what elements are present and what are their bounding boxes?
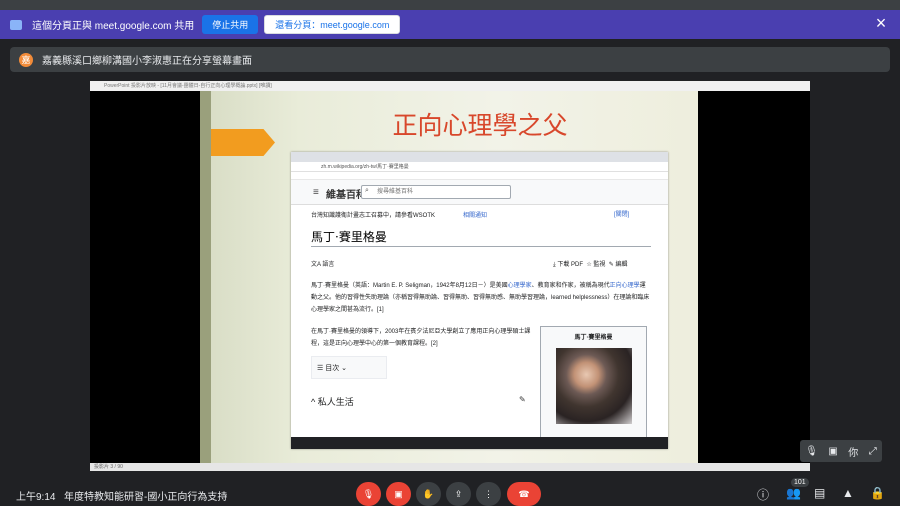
watch-label: 監視 bbox=[593, 262, 606, 268]
presenter-label: 嘉義縣溪口鄉柳溝國小李淑惠正在分享螢幕畫面 bbox=[42, 56, 252, 67]
slide-side-strip bbox=[200, 91, 211, 463]
article-title: 馬丁·賽里格曼 bbox=[311, 230, 387, 244]
wiki-notice: 台灣知識護衛計畫志工召募中，請參看WSOTK bbox=[311, 213, 435, 219]
participant-count: 101 bbox=[791, 478, 809, 487]
expand-icon[interactable]: ⤢ bbox=[869, 446, 877, 457]
search-icon: ⌕ bbox=[365, 187, 369, 194]
browser-top-strip bbox=[0, 0, 900, 10]
presenter-banner: 嘉 嘉義縣溪口鄉柳溝國小李淑惠正在分享螢幕畫面 bbox=[10, 47, 890, 72]
slide-title: 正向心理學之父 bbox=[392, 111, 568, 140]
present-button[interactable]: ⇪ bbox=[446, 482, 471, 506]
edit-label: 編輯 bbox=[615, 262, 628, 268]
camera-off-button[interactable]: ▣ bbox=[386, 482, 411, 506]
mic-off-button[interactable]: 🎙 bbox=[356, 482, 381, 506]
windows-taskbar bbox=[291, 437, 668, 449]
section-label: 私人生活 bbox=[317, 397, 354, 407]
language-label: 語言 bbox=[322, 262, 335, 268]
browser-tabs bbox=[291, 152, 668, 162]
section-edit-icon: ✎ bbox=[519, 395, 526, 404]
raise-hand-button[interactable]: ✋ bbox=[416, 482, 441, 506]
more-options-button[interactable]: ⋮ bbox=[476, 482, 501, 506]
presenter-avatar: 嘉 bbox=[19, 52, 33, 67]
embedded-browser-screenshot: zh.m.wikipedia.org/zh-tw/馬丁·賽里格曼 ≡ 維基百科 … bbox=[291, 152, 668, 449]
camera-off-icon[interactable]: ▣ bbox=[828, 446, 837, 457]
download-pdf-label: 下載 PDF bbox=[557, 262, 583, 268]
para1-text: 馬丁·賽里格曼（英語：Martin E. P. Seligman，1942年8月… bbox=[311, 283, 508, 289]
ppt-window-title: PowerPoint 投影片放映 - [11月會議-團體日-自行正向心理學概論.… bbox=[90, 81, 810, 91]
clock: 上午9:14 bbox=[16, 492, 56, 503]
stop-sharing-button[interactable]: 停止共用 bbox=[202, 15, 259, 34]
people-icon[interactable]: 👥 bbox=[786, 486, 801, 500]
tab-share-bar: 這個分頁正與 meet.google.com 共用 停止共用 還看分頁：meet… bbox=[0, 10, 900, 39]
title-divider bbox=[311, 246, 651, 247]
para1-link-positive-psychology: 正向心理學 bbox=[609, 283, 640, 289]
orange-arrow-shape bbox=[211, 129, 275, 156]
language-button: 文A 語言 bbox=[311, 262, 335, 268]
section-heading: ^ 私人生活 bbox=[311, 397, 354, 407]
self-view-controls[interactable]: 🎙 ▣ 你 ⤢ bbox=[800, 440, 882, 462]
article-paragraph-2: 在馬丁·賽里格曼的領導下，2003年在賓夕法尼亞大學創立了應用正向心理學碩士課程… bbox=[311, 329, 531, 347]
share-tab-icon bbox=[10, 19, 22, 30]
self-label: 你 bbox=[848, 447, 859, 459]
bookmarks-bar bbox=[291, 172, 668, 180]
menu-icon: ≡ bbox=[313, 187, 319, 198]
address-bar: zh.m.wikipedia.org/zh-tw/馬丁·賽里格曼 bbox=[291, 162, 668, 172]
close-share-bar-icon[interactable]: × bbox=[868, 11, 894, 37]
show-tab-button[interactable]: 還看分頁：meet.google.com bbox=[264, 15, 401, 34]
para1-mid: 、教育家和作家，被稱為現代 bbox=[531, 283, 610, 289]
info-icon[interactable]: ⓘ bbox=[757, 486, 769, 503]
chat-icon[interactable]: ▤ bbox=[814, 486, 825, 500]
meeting-name: 年度特教知能研習-國小正向行為支持 bbox=[64, 492, 228, 503]
portrait-image bbox=[556, 348, 632, 424]
ppt-status-bar: 投影片 3 / 90 bbox=[90, 463, 810, 471]
wiki-search-field: 搜尋維基百科 bbox=[361, 185, 511, 199]
share-status-text: 這個分頁正與 meet.google.com 共用 bbox=[32, 21, 195, 32]
article-paragraph-1: 馬丁·賽里格曼（英語：Martin E. P. Seligman，1942年8月… bbox=[311, 280, 651, 316]
leave-call-button[interactable]: ☎ bbox=[507, 482, 541, 506]
table-of-contents: ☰ 目次 ⌄ bbox=[311, 356, 387, 379]
activities-icon[interactable]: ▲ bbox=[842, 486, 854, 500]
infobox-title: 馬丁·賽里格曼 bbox=[574, 335, 613, 341]
article-tools: ⤓ 下載 PDF ☆ 監視 ✎ 編輯 bbox=[553, 262, 628, 268]
wiki-close-notice: [關閉] bbox=[614, 212, 630, 218]
wiki-logo: 維基百科 bbox=[326, 190, 366, 201]
wiki-notice-link: 相關通知 bbox=[463, 213, 488, 219]
lock-icon[interactable]: 🔒 bbox=[870, 486, 885, 500]
toc-label: 目次 bbox=[325, 365, 340, 372]
mic-off-icon[interactable]: 🎙 bbox=[805, 446, 818, 457]
para1-link-psychologist: 心理學家 bbox=[507, 283, 532, 289]
